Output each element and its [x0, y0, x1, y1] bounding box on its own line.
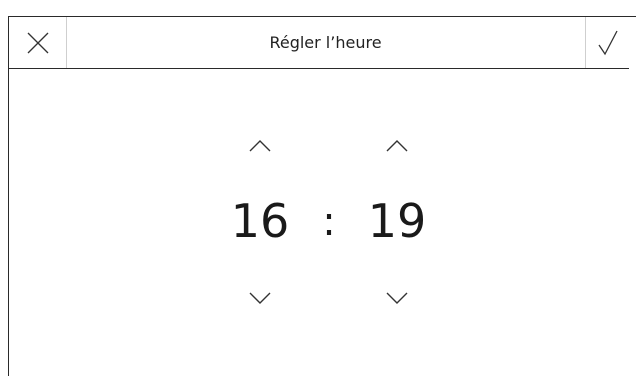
- cancel-button[interactable]: [9, 17, 67, 68]
- minute-increment-button[interactable]: [382, 136, 412, 156]
- minutes-value[interactable]: 19: [357, 198, 437, 244]
- chevron-up-icon: [249, 140, 271, 152]
- time-setting-screen: Régler l’heure 16 : 19: [8, 16, 636, 376]
- checkmark-icon: [598, 30, 618, 55]
- page-title: Régler l’heure: [269, 33, 382, 52]
- confirm-button[interactable]: [585, 17, 630, 68]
- minute-decrement-button[interactable]: [382, 288, 412, 308]
- hours-value[interactable]: 16: [220, 198, 300, 244]
- hour-increment-button[interactable]: [245, 136, 275, 156]
- chevron-up-icon: [386, 140, 408, 152]
- chevron-down-icon: [386, 292, 408, 304]
- close-icon: [27, 32, 48, 53]
- hour-decrement-button[interactable]: [245, 288, 275, 308]
- time-separator: :: [322, 199, 336, 245]
- header-bar: Régler l’heure: [9, 17, 629, 69]
- chevron-down-icon: [249, 292, 271, 304]
